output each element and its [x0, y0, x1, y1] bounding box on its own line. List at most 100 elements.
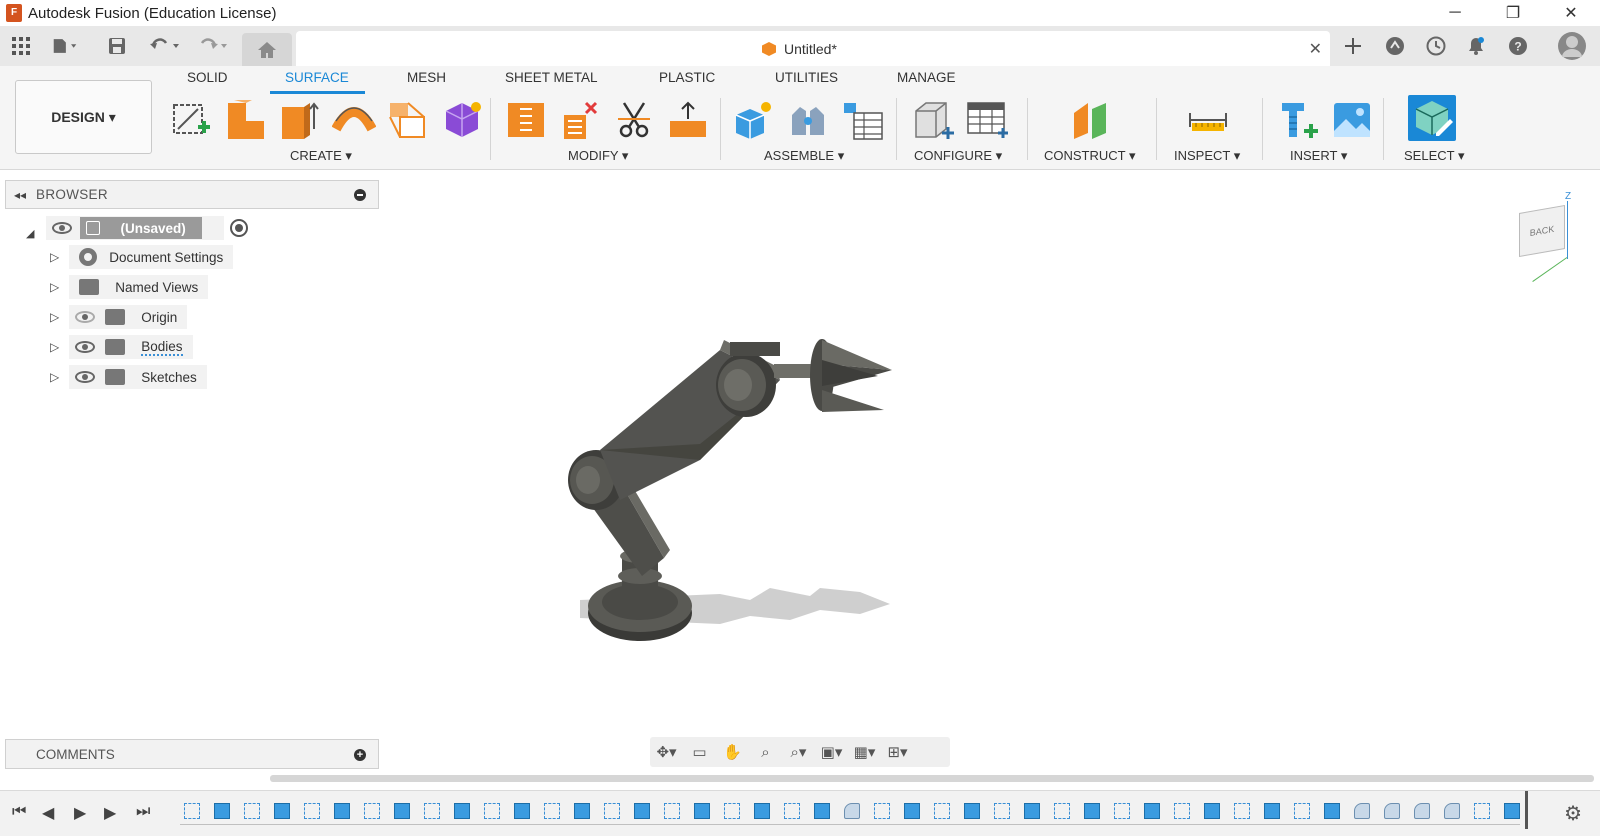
browser-node-origin[interactable]: ▷ Origin [50, 305, 188, 329]
timeline-scrollbar[interactable] [270, 775, 1594, 782]
add-comment-icon[interactable]: + [354, 749, 366, 761]
tab-sheet-metal[interactable]: SHEET METAL [505, 70, 598, 85]
browser-node-bodies[interactable]: ▷ Bodies [50, 335, 193, 359]
create-group-label[interactable]: CREATE ▾ [290, 148, 352, 164]
browser-node-sketches[interactable]: ▷ Sketches [50, 365, 207, 389]
tab-solid[interactable]: SOLID [187, 70, 228, 85]
form-icon[interactable] [440, 99, 484, 141]
timeline-sketch-icon[interactable] [724, 803, 740, 819]
hidden-eye-icon[interactable] [75, 311, 96, 323]
timeline-feature-icon[interactable] [1324, 803, 1340, 819]
look-at-icon[interactable]: ▭ [683, 743, 716, 761]
measure-icon[interactable] [1186, 99, 1230, 141]
timeline-surface-icon[interactable] [1354, 803, 1370, 819]
timeline-feature-icon[interactable] [634, 803, 650, 819]
expand-triangle-icon[interactable]: ▷ [50, 280, 59, 294]
tab-plastic[interactable]: PLASTIC [659, 70, 715, 85]
robot-arm-model[interactable] [560, 330, 920, 660]
minimize-button[interactable]: ─ [1426, 0, 1484, 26]
visibility-eye-icon[interactable] [52, 222, 73, 234]
view-cube[interactable]: Z BACK [1515, 191, 1575, 282]
select-group-label[interactable]: SELECT ▾ [1404, 148, 1464, 164]
timeline-sketch-icon[interactable] [1474, 803, 1490, 819]
tab-utilities[interactable]: UTILITIES [775, 70, 838, 85]
apps-grid-icon[interactable] [8, 34, 34, 58]
timeline-feature-icon[interactable] [334, 803, 350, 819]
timeline-sketch-icon[interactable] [934, 803, 950, 819]
configure-design-icon[interactable] [912, 99, 956, 141]
timeline-feature-icon[interactable] [964, 803, 980, 819]
timeline-feature-icon[interactable] [1144, 803, 1160, 819]
construct-group-label[interactable]: CONSTRUCT ▾ [1044, 148, 1136, 164]
collapse-triangle-icon[interactable]: ◢ [26, 227, 34, 240]
timeline-sketch-icon[interactable] [484, 803, 500, 819]
close-tab-button[interactable]: ✕ [1309, 39, 1322, 59]
user-avatar[interactable] [1556, 30, 1588, 62]
timeline-sketch-icon[interactable] [184, 803, 200, 819]
visibility-eye-icon[interactable] [75, 341, 96, 353]
timeline-sketch-icon[interactable] [604, 803, 620, 819]
timeline-feature-icon[interactable] [904, 803, 920, 819]
select-tool-icon[interactable] [1408, 95, 1456, 141]
timeline-feature-icon[interactable] [454, 803, 470, 819]
expand-triangle-icon[interactable]: ▷ [50, 340, 59, 354]
timeline-marker[interactable] [1525, 791, 1528, 829]
timeline-sketch-icon[interactable] [244, 803, 260, 819]
revolve-icon[interactable] [278, 99, 322, 141]
timeline-settings-gear-icon[interactable]: ⚙ [1564, 801, 1582, 826]
step-forward-icon[interactable]: ▶ [104, 803, 116, 823]
timeline-feature-icon[interactable] [274, 803, 290, 819]
timeline-sketch-icon[interactable] [664, 803, 680, 819]
timeline-feature-icon[interactable] [1024, 803, 1040, 819]
timeline-sketch-icon[interactable] [994, 803, 1010, 819]
timeline-surface-icon[interactable] [844, 803, 860, 819]
collapse-panel-icon[interactable]: ◂◂ [14, 188, 26, 202]
timeline-sketch-icon[interactable] [1294, 803, 1310, 819]
close-window-button[interactable]: ✕ [1542, 0, 1600, 26]
browser-panel-header[interactable]: ◂◂ BROWSER [5, 180, 379, 209]
extend-icon[interactable] [666, 99, 710, 141]
comments-panel-header[interactable]: COMMENTS + [5, 739, 379, 769]
minimize-browser-icon[interactable] [354, 189, 366, 201]
orbit-icon[interactable]: ✥▾ [650, 743, 683, 761]
insert-mcmaster-bolt-icon[interactable] [1278, 99, 1322, 141]
save-icon[interactable] [104, 34, 130, 58]
extrude-icon[interactable] [224, 99, 268, 141]
timeline-sketch-icon[interactable] [1114, 803, 1130, 819]
tab-manage[interactable]: MANAGE [897, 70, 956, 85]
press-pull-icon[interactable] [504, 99, 548, 141]
create-sketch-icon[interactable] [170, 99, 214, 141]
display-settings-icon[interactable]: ▣▾ [815, 743, 848, 761]
view-cube-face[interactable]: BACK [1519, 204, 1565, 258]
document-tab[interactable]: Untitled* ✕ [296, 31, 1330, 66]
browser-root-node[interactable]: ◢ (Unsaved) [26, 216, 249, 240]
timeline-feature-icon[interactable] [214, 803, 230, 819]
timeline-feature-icon[interactable] [394, 803, 410, 819]
restore-button[interactable]: ❐ [1484, 0, 1542, 26]
timeline-sketch-icon[interactable] [874, 803, 890, 819]
go-to-end-icon[interactable]: ⏭ [136, 803, 150, 821]
timeline-surface-icon[interactable] [1444, 803, 1460, 819]
activate-radio-icon[interactable] [230, 219, 249, 237]
delete-icon[interactable] [558, 99, 602, 141]
modify-group-label[interactable]: MODIFY ▾ [568, 148, 628, 164]
configure-group-label[interactable]: CONFIGURE ▾ [914, 148, 1002, 164]
joint-icon[interactable] [786, 99, 830, 141]
fit-zoom-icon[interactable]: ⌕▾ [782, 743, 815, 761]
timeline-feature-icon[interactable] [574, 803, 590, 819]
redo-icon[interactable] [196, 34, 232, 58]
expand-triangle-icon[interactable]: ▷ [50, 310, 59, 324]
timeline-feature-icon[interactable] [1504, 803, 1520, 819]
browser-node-document-settings[interactable]: ▷ Document Settings [50, 245, 234, 269]
help-icon[interactable]: ? [1505, 34, 1531, 58]
insert-group-label[interactable]: INSERT ▾ [1290, 148, 1347, 164]
timeline-sketch-icon[interactable] [1234, 803, 1250, 819]
browser-node-named-views[interactable]: ▷ Named Views [50, 275, 209, 299]
loft-icon[interactable] [386, 99, 430, 141]
expand-triangle-icon[interactable]: ▷ [50, 370, 59, 384]
timeline-surface-icon[interactable] [1384, 803, 1400, 819]
grid-snaps-icon[interactable]: ▦▾ [848, 743, 881, 761]
timeline-sketch-icon[interactable] [1174, 803, 1190, 819]
configuration-table-icon[interactable] [966, 99, 1010, 141]
pan-hand-icon[interactable]: ✋ [716, 743, 749, 761]
